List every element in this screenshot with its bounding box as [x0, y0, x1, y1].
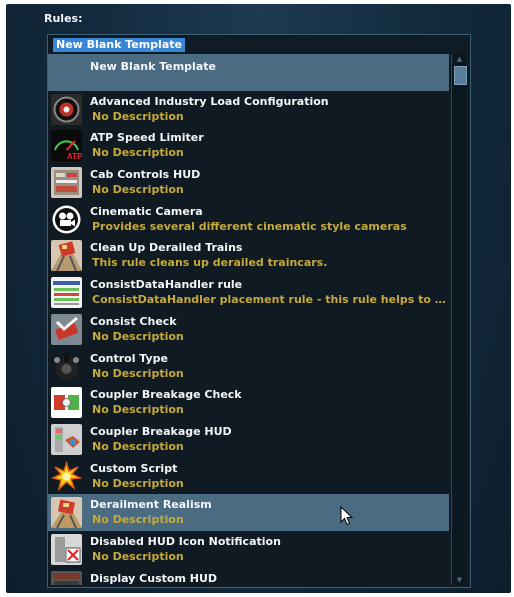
rule-title: Derailment Realism	[90, 498, 212, 512]
rule-title: Control Type	[90, 351, 169, 365]
atp-speedometer-icon: ATP	[51, 130, 82, 162]
rule-title: Clean Up Derailed Trains	[90, 241, 243, 255]
disabled-hud-icon	[51, 533, 82, 565]
mouse-cursor-icon	[340, 506, 354, 526]
gauge-icon	[51, 93, 82, 125]
scroll-thumb[interactable]	[454, 66, 467, 85]
list-scrollbar[interactable]: ▲ ▼	[451, 54, 467, 585]
rule-description: No Description	[92, 439, 184, 453]
rule-row[interactable]: Advanced Industry Load Configuration No D…	[48, 91, 449, 128]
rule-title: Disabled HUD Icon Notification	[90, 534, 281, 548]
template-name-field[interactable]: New Blank Template	[53, 38, 185, 52]
custom-hud-icon	[51, 570, 82, 585]
rule-title: Advanced Industry Load Configuration	[90, 94, 329, 108]
rule-description: No Description	[92, 403, 184, 417]
rule-description: No Description	[92, 476, 184, 490]
rule-description: No Description	[92, 183, 184, 197]
rule-description: ConsistDataHandler placement rule - this…	[92, 293, 448, 307]
coupler-hud-icon	[51, 423, 82, 455]
rule-title: New Blank Template	[90, 60, 216, 73]
rule-row[interactable]: Disabled HUD Icon Notification No Descrip…	[48, 531, 449, 568]
rule-description: No Description	[92, 549, 184, 563]
control-type-icon	[51, 350, 82, 382]
film-camera-icon	[51, 203, 82, 235]
rule-description: No Description	[92, 329, 184, 343]
rule-description: No Description	[92, 109, 184, 123]
rule-title: ATP Speed Limiter	[90, 131, 204, 145]
rule-row[interactable]: Cinematic Camera Provides several differe…	[48, 201, 449, 238]
rule-row[interactable]: Coupler Breakage HUD No Description	[48, 421, 449, 458]
derailed-train-icon	[51, 240, 82, 272]
rule-title: Coupler Breakage HUD	[90, 424, 232, 438]
consist-check-icon	[51, 313, 82, 345]
rules-list[interactable]: New Blank Template Advanced Industry Load…	[48, 54, 449, 585]
scroll-up-arrow-icon[interactable]: ▲	[452, 54, 467, 64]
scroll-down-arrow-icon[interactable]: ▼	[452, 575, 467, 585]
rule-description: Provides several different cinematic sty…	[92, 219, 407, 233]
consist-data-icon	[51, 277, 82, 309]
rule-description: No Description	[92, 366, 184, 380]
rule-row[interactable]: ATP ATP Speed Limiter No Description	[48, 127, 449, 164]
rule-description: No Description	[92, 146, 184, 160]
rule-row[interactable]: Display Custom HUD	[48, 568, 449, 585]
rule-row[interactable]: Derailment Realism No Description	[48, 494, 449, 531]
svg-text:ATP: ATP	[67, 152, 82, 161]
coupler-check-icon	[51, 387, 82, 419]
rule-row[interactable]: Consist Check No Description	[48, 311, 449, 348]
rules-label: Rules:	[44, 12, 83, 25]
explosion-icon	[51, 460, 82, 492]
rule-title: Cinematic Camera	[90, 204, 203, 218]
rule-row[interactable]: Clean Up Derailed Trains This rule cleans…	[48, 237, 449, 274]
rule-row[interactable]: Cab Controls HUD No Description	[48, 164, 449, 201]
rule-row[interactable]: ConsistDataHandler rule ConsistDataHandle…	[48, 274, 449, 311]
derailment-icon	[51, 497, 82, 529]
rule-row[interactable]: New Blank Template	[48, 54, 449, 91]
rule-title: Coupler Breakage Check	[90, 388, 242, 402]
rule-title: Custom Script	[90, 461, 178, 475]
rule-title: Cab Controls HUD	[90, 168, 201, 182]
rule-description: No Description	[92, 513, 184, 527]
rule-title: Consist Check	[90, 314, 177, 328]
rule-title: ConsistDataHandler rule	[90, 278, 243, 292]
rule-row[interactable]: Custom Script No Description	[48, 458, 449, 495]
rule-title: Display Custom HUD	[90, 571, 218, 585]
cab-controls-icon	[51, 167, 82, 199]
rule-description: This rule cleans up derailed traincars.	[92, 256, 328, 270]
rule-row[interactable]: Coupler Breakage Check No Description	[48, 384, 449, 421]
rule-row[interactable]: Control Type No Description	[48, 348, 449, 385]
